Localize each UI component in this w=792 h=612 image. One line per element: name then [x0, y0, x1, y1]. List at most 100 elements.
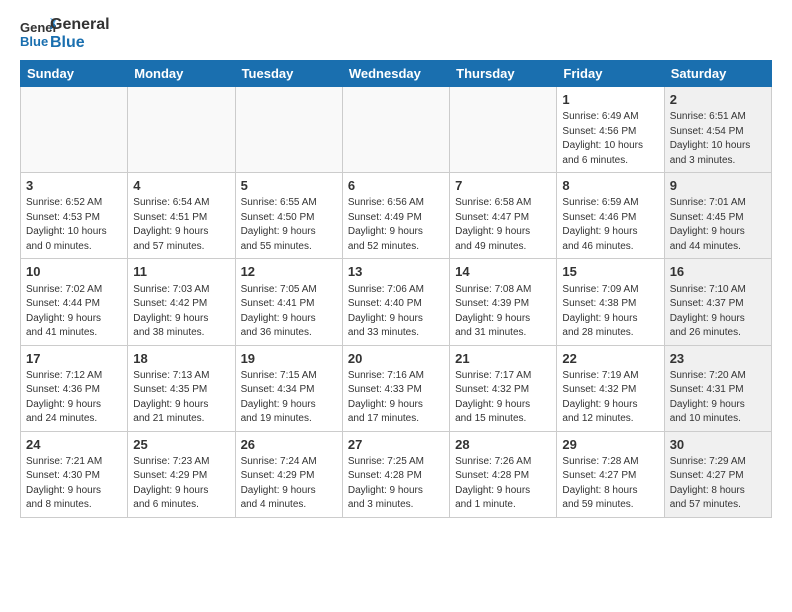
day-info: Sunrise: 7:28 AMSunset: 4:27 PMDaylight:… [562, 455, 658, 513]
calendar-cell: 3Sunrise: 6:52 AMSunset: 4:53 PMDaylight… [21, 173, 128, 259]
calendar-cell: 22Sunrise: 7:19 AMSunset: 4:32 PMDayligh… [557, 345, 664, 431]
day-number: 23 [670, 350, 766, 368]
day-number: 11 [133, 263, 229, 281]
header-row: SundayMondayTuesdayWednesdayThursdayFrid… [21, 61, 772, 87]
calendar-cell: 18Sunrise: 7:13 AMSunset: 4:35 PMDayligh… [128, 345, 235, 431]
calendar-cell: 29Sunrise: 7:28 AMSunset: 4:27 PMDayligh… [557, 431, 664, 517]
day-info: Sunrise: 7:20 AMSunset: 4:31 PMDaylight:… [670, 369, 766, 427]
day-header-saturday: Saturday [664, 61, 771, 87]
calendar-body: 1Sunrise: 6:49 AMSunset: 4:56 PMDaylight… [21, 87, 772, 518]
svg-text:Blue: Blue [20, 34, 48, 49]
calendar-cell: 6Sunrise: 6:56 AMSunset: 4:49 PMDaylight… [342, 173, 449, 259]
page-container: General Blue General Blue SundayMondayTu… [0, 0, 792, 534]
calendar-cell: 16 Sunrise: 7:10 AMSunset: 4:37 PMDayligh… [664, 259, 771, 345]
calendar-week-3: 17Sunrise: 7:12 AMSunset: 4:36 PMDayligh… [21, 345, 772, 431]
day-info: Sunrise: 7:16 AMSunset: 4:33 PMDaylight:… [348, 369, 444, 427]
day-number: 9 [670, 177, 766, 195]
day-info: Sunrise: 6:51 AMSunset: 4:54 PMDaylight:… [670, 110, 766, 168]
day-info: Sunrise: 7:21 AMSunset: 4:30 PMDaylight:… [26, 455, 122, 513]
calendar-cell: 14Sunrise: 7:08 AMSunset: 4:39 PMDayligh… [450, 259, 557, 345]
day-number: 2 [670, 91, 766, 109]
calendar-cell: 28Sunrise: 7:26 AMSunset: 4:28 PMDayligh… [450, 431, 557, 517]
calendar-cell: 11 Sunrise: 7:03 AMSunset: 4:42 PMDayligh… [128, 259, 235, 345]
calendar-cell [21, 87, 128, 173]
calendar-cell: 10Sunrise: 7:02 AMSunset: 4:44 PMDayligh… [21, 259, 128, 345]
day-number: 30 [670, 436, 766, 454]
day-info: Sunrise: 7:26 AMSunset: 4:28 PMDaylight:… [455, 455, 551, 513]
day-number: 22 [562, 350, 658, 368]
calendar-week-2: 10Sunrise: 7:02 AMSunset: 4:44 PMDayligh… [21, 259, 772, 345]
day-info: Sunrise: 6:49 AMSunset: 4:56 PMDaylight:… [562, 110, 658, 168]
day-info: Sunrise: 6:55 AMSunset: 4:50 PMDaylight:… [241, 196, 337, 254]
day-info: Sunrise: 6:59 AMSunset: 4:46 PMDaylight:… [562, 196, 658, 254]
calendar-cell: 30Sunrise: 7:29 AMSunset: 4:27 PMDayligh… [664, 431, 771, 517]
calendar-cell: 17Sunrise: 7:12 AMSunset: 4:36 PMDayligh… [21, 345, 128, 431]
calendar-cell: 13Sunrise: 7:06 AMSunset: 4:40 PMDayligh… [342, 259, 449, 345]
day-info: Sunrise: 7:24 AMSunset: 4:29 PMDaylight:… [241, 455, 337, 513]
calendar-week-4: 24Sunrise: 7:21 AMSunset: 4:30 PMDayligh… [21, 431, 772, 517]
logo: General Blue General Blue [20, 16, 110, 52]
calendar-cell: 25Sunrise: 7:23 AMSunset: 4:29 PMDayligh… [128, 431, 235, 517]
day-number: 6 [348, 177, 444, 195]
day-number: 24 [26, 436, 122, 454]
day-number: 7 [455, 177, 551, 195]
calendar-cell: 24Sunrise: 7:21 AMSunset: 4:30 PMDayligh… [21, 431, 128, 517]
logo-general: General [50, 16, 110, 34]
day-info: Sunrise: 7:23 AMSunset: 4:29 PMDaylight:… [133, 455, 229, 513]
calendar-cell: 27Sunrise: 7:25 AMSunset: 4:28 PMDayligh… [342, 431, 449, 517]
day-number: 21 [455, 350, 551, 368]
calendar-header: SundayMondayTuesdayWednesdayThursdayFrid… [21, 61, 772, 87]
day-info: Sunrise: 6:52 AMSunset: 4:53 PMDaylight:… [26, 196, 122, 254]
calendar-cell: 4Sunrise: 6:54 AMSunset: 4:51 PMDaylight… [128, 173, 235, 259]
day-info: Sunrise: 7:15 AMSunset: 4:34 PMDaylight:… [241, 369, 337, 427]
day-number: 8 [562, 177, 658, 195]
day-number: 4 [133, 177, 229, 195]
calendar-cell: 8Sunrise: 6:59 AMSunset: 4:46 PMDaylight… [557, 173, 664, 259]
calendar-cell [235, 87, 342, 173]
day-number: 27 [348, 436, 444, 454]
calendar-cell: 5Sunrise: 6:55 AMSunset: 4:50 PMDaylight… [235, 173, 342, 259]
day-header-sunday: Sunday [21, 61, 128, 87]
day-number: 13 [348, 263, 444, 281]
calendar-cell: 9Sunrise: 7:01 AMSunset: 4:45 PMDaylight… [664, 173, 771, 259]
day-info: Sunrise: 6:54 AMSunset: 4:51 PMDaylight:… [133, 196, 229, 254]
header: General Blue General Blue [20, 16, 772, 52]
day-number: 18 [133, 350, 229, 368]
calendar-cell: 23Sunrise: 7:20 AMSunset: 4:31 PMDayligh… [664, 345, 771, 431]
day-header-thursday: Thursday [450, 61, 557, 87]
day-header-tuesday: Tuesday [235, 61, 342, 87]
calendar-week-0: 1Sunrise: 6:49 AMSunset: 4:56 PMDaylight… [21, 87, 772, 173]
day-info: Sunrise: 7:29 AMSunset: 4:27 PMDaylight:… [670, 455, 766, 513]
day-info: Sunrise: 7:10 AMSunset: 4:37 PMDaylight:… [670, 283, 766, 341]
day-info: Sunrise: 7:02 AMSunset: 4:44 PMDaylight:… [26, 283, 122, 341]
calendar-cell [128, 87, 235, 173]
day-info: Sunrise: 6:58 AMSunset: 4:47 PMDaylight:… [455, 196, 551, 254]
day-info: Sunrise: 7:13 AMSunset: 4:35 PMDaylight:… [133, 369, 229, 427]
calendar-cell: 12Sunrise: 7:05 AMSunset: 4:41 PMDayligh… [235, 259, 342, 345]
day-info: Sunrise: 7:12 AMSunset: 4:36 PMDaylight:… [26, 369, 122, 427]
calendar-cell: 2Sunrise: 6:51 AMSunset: 4:54 PMDaylight… [664, 87, 771, 173]
calendar-cell [450, 87, 557, 173]
day-number: 25 [133, 436, 229, 454]
day-number: 16 [670, 263, 766, 281]
calendar-cell [342, 87, 449, 173]
day-number: 19 [241, 350, 337, 368]
calendar-cell: 7Sunrise: 6:58 AMSunset: 4:47 PMDaylight… [450, 173, 557, 259]
day-info: Sunrise: 7:08 AMSunset: 4:39 PMDaylight:… [455, 283, 551, 341]
calendar-cell: 15Sunrise: 7:09 AMSunset: 4:38 PMDayligh… [557, 259, 664, 345]
day-info: Sunrise: 7:03 AMSunset: 4:42 PMDaylight:… [133, 283, 229, 341]
calendar-week-1: 3Sunrise: 6:52 AMSunset: 4:53 PMDaylight… [21, 173, 772, 259]
day-header-friday: Friday [557, 61, 664, 87]
logo-blue: Blue [50, 34, 110, 52]
day-number: 12 [241, 263, 337, 281]
day-number: 26 [241, 436, 337, 454]
day-number: 20 [348, 350, 444, 368]
day-number: 28 [455, 436, 551, 454]
day-number: 17 [26, 350, 122, 368]
calendar-cell: 19Sunrise: 7:15 AMSunset: 4:34 PMDayligh… [235, 345, 342, 431]
day-info: Sunrise: 6:56 AMSunset: 4:49 PMDaylight:… [348, 196, 444, 254]
day-info: Sunrise: 7:19 AMSunset: 4:32 PMDaylight:… [562, 369, 658, 427]
day-info: Sunrise: 7:01 AMSunset: 4:45 PMDaylight:… [670, 196, 766, 254]
calendar-cell: 20Sunrise: 7:16 AMSunset: 4:33 PMDayligh… [342, 345, 449, 431]
day-number: 29 [562, 436, 658, 454]
